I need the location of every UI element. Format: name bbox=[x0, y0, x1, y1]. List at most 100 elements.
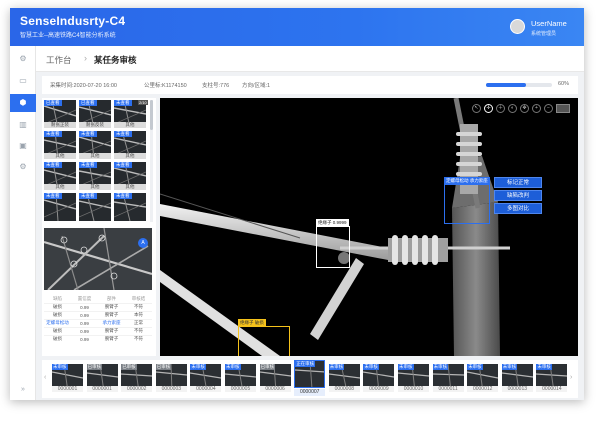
filmstrip-frame[interactable]: 未审核 0000005 bbox=[225, 364, 256, 392]
detection-box-damage[interactable]: 绝缘子 破损 bbox=[238, 319, 290, 356]
filmstrip-thumbnail: 未审核 bbox=[52, 364, 83, 386]
sidebar-collapse-icon[interactable]: » bbox=[10, 386, 36, 393]
sidebar-item-settings[interactable]: ⚙ bbox=[10, 50, 36, 68]
sidebar-item-layout[interactable]: ▥ bbox=[10, 116, 36, 134]
filmstrip-frame[interactable]: 已审核 0000001 bbox=[86, 364, 118, 392]
thumbnail-item[interactable]: 已查看 耐张反装 bbox=[79, 100, 111, 128]
breadcrumb-home[interactable]: 工作台 bbox=[46, 54, 72, 66]
action-menu: 标记正常 缺陷改判 多图对比 bbox=[494, 177, 544, 216]
cell-part: 腕臂子 bbox=[98, 326, 125, 335]
thumbnail-item[interactable]: 未查看 其他 bbox=[79, 131, 111, 159]
cell-result: 不符 bbox=[125, 334, 152, 343]
cell-result: 不符 bbox=[125, 302, 152, 311]
filmstrip-caption: 0000006 bbox=[259, 386, 291, 392]
thumbnail-item[interactable]: 未查看 其他 bbox=[79, 162, 111, 190]
filmstrip-frame[interactable]: 未审核 0000012 bbox=[467, 364, 499, 392]
user-name[interactable]: UserName bbox=[531, 19, 567, 28]
filmstrip-frame[interactable]: 正在审核 0000007 bbox=[294, 360, 326, 396]
thumbnail-item[interactable]: 未查看 bbox=[114, 193, 146, 221]
thumbnail-item[interactable]: 未查看 bbox=[79, 193, 111, 221]
cell-defect: 破损 bbox=[44, 326, 71, 335]
zoom-in-icon[interactable]: + bbox=[532, 104, 541, 113]
filmstrip-frame[interactable]: 未审核 0000008 bbox=[328, 364, 360, 392]
thumbnail-item[interactable]: 未查看 其他 bbox=[114, 131, 146, 159]
filmstrip-frame[interactable]: 未审核 0000013 bbox=[501, 364, 533, 392]
filmstrip-frame[interactable]: 未审核 0000004 bbox=[190, 364, 222, 392]
compare-images-button[interactable]: 多图对比 bbox=[494, 203, 542, 214]
breadcrumb-separator-icon: › bbox=[84, 53, 87, 63]
filmstrip-frame[interactable]: 未审核 0000001 bbox=[52, 364, 83, 392]
table-row[interactable]: 破损 0.99 腕臂子 不符 bbox=[44, 326, 152, 335]
sidebar-item-gear[interactable]: ⚙ bbox=[10, 158, 36, 176]
detection-box-insulator[interactable]: 绝缘子 0.9999 bbox=[316, 219, 350, 268]
sidebar-item-image[interactable]: ▣ bbox=[10, 137, 36, 155]
select-tool-icon[interactable]: ↖ bbox=[472, 104, 481, 113]
image-viewer[interactable]: ↖ ✛ ＋ ◐ ✥ + − 绝缘子 0.9999 定螺母松动 承力索座 绝缘子 … bbox=[160, 98, 578, 356]
thumbnail-status-badge: 未查看 bbox=[114, 131, 132, 137]
filmstrip-frame[interactable]: 已审核 0000006 bbox=[259, 364, 291, 392]
thumbnail-item[interactable]: 已查看 耐张正装 bbox=[44, 100, 76, 128]
filmstrip-caption: 0000008 bbox=[328, 386, 360, 392]
cell-part: 腕臂子 bbox=[98, 310, 125, 319]
table-row[interactable]: 破损 0.99 腕臂子 本符 bbox=[44, 310, 152, 319]
fullscreen-toggle-icon[interactable] bbox=[556, 104, 570, 113]
thumbnail-item[interactable]: 未查看 bbox=[44, 193, 76, 221]
thumbnail-caption: 其他 bbox=[44, 153, 76, 159]
zoom-out-icon[interactable]: − bbox=[544, 104, 553, 113]
overview-preview[interactable]: A bbox=[44, 228, 152, 290]
column-header-confidence: 置信度 bbox=[77, 296, 92, 302]
filmstrip-status-badge: 已审核 bbox=[155, 364, 172, 370]
filmstrip-frame[interactable]: 已审核 0000002 bbox=[121, 364, 153, 392]
review-icon: ⬢ bbox=[19, 98, 27, 107]
thumbnail-item[interactable]: 未查看 其他 bbox=[44, 162, 76, 190]
filmstrip-caption: 0000002 bbox=[121, 386, 153, 392]
thumbnail-item[interactable]: 未查看 其他 bbox=[44, 131, 76, 159]
filmstrip-frame[interactable]: 未审核 0000011 bbox=[432, 364, 464, 392]
cell-part: 腕臂子 bbox=[98, 302, 125, 311]
cell-result: 正常 bbox=[125, 318, 152, 327]
move-tool-icon[interactable]: ✥ bbox=[520, 104, 529, 113]
thumbnail-caption: 耐张正装 bbox=[44, 122, 76, 128]
filmstrip-frame[interactable]: 未审核 0000009 bbox=[363, 364, 395, 392]
thumbnail-scrollbar[interactable] bbox=[150, 100, 153, 222]
cell-defect: 破损 bbox=[44, 310, 71, 319]
info-bar: 采集时间:2020-07-20 16:00 公里标:K1174150 支柱号:7… bbox=[42, 76, 578, 94]
thumbnail-status-badge: 未查看 bbox=[114, 193, 132, 199]
thumbnail-item[interactable]: 未查看 其他 bbox=[114, 162, 146, 190]
cell-confidence: 0.99 bbox=[71, 318, 98, 327]
detection-label: 定螺母松动 承力索座 bbox=[444, 177, 490, 184]
image-icon: ▣ bbox=[19, 141, 27, 150]
filmstrip-status-badge: 已审核 bbox=[259, 364, 276, 370]
filmstrip-thumbnail: 未审核 bbox=[501, 364, 533, 386]
preview-location-marker[interactable]: A bbox=[138, 238, 148, 248]
change-defect-button[interactable]: 缺陷改判 bbox=[494, 190, 542, 201]
avatar[interactable] bbox=[510, 19, 525, 34]
sidebar-item-monitor[interactable]: ▭ bbox=[10, 72, 36, 90]
table-row[interactable]: 破损 0.99 腕臂子 不符 bbox=[44, 302, 152, 311]
thumbnail-status-badge: 未查看 bbox=[79, 193, 97, 199]
add-tool-icon[interactable]: ＋ bbox=[496, 104, 505, 113]
thumbnail-scrollbar-thumb[interactable] bbox=[150, 100, 153, 130]
mark-normal-button[interactable]: 标记正常 bbox=[494, 177, 542, 188]
progress-text: 60% bbox=[558, 81, 570, 87]
filmstrip-frame[interactable]: 已审核 0000003 bbox=[155, 364, 187, 392]
filmstrip-caption: 0000010 bbox=[398, 386, 429, 392]
filmstrip-prev-icon[interactable]: ‹ bbox=[44, 374, 46, 381]
filmstrip-caption: 0000003 bbox=[155, 386, 187, 392]
table-row[interactable]: 破损 0.99 腕臂子 不符 bbox=[44, 334, 152, 343]
filmstrip-status-badge: 未审核 bbox=[52, 364, 68, 370]
table-row[interactable]: 定螺母松动 0.99 承力索座 正常 bbox=[44, 318, 152, 327]
filmstrip-frame[interactable]: 未审核 0000014 bbox=[536, 364, 568, 392]
capture-time: 采集时间:2020-07-20 16:00 bbox=[50, 83, 117, 89]
contrast-tool-icon[interactable]: ◐ bbox=[508, 104, 517, 113]
app-title: SenseIndusrty-C4 bbox=[20, 14, 126, 28]
sidebar-item-review[interactable]: ⬢ bbox=[10, 94, 36, 112]
detection-box-bracket[interactable]: 定螺母松动 承力索座 bbox=[444, 177, 490, 224]
filmstrip-thumbnail: 未审核 bbox=[190, 364, 222, 386]
user-role: 系统管理员 bbox=[531, 31, 557, 37]
crosshair-tool-icon[interactable]: ✛ bbox=[484, 104, 493, 113]
filmstrip-frame[interactable]: 未审核 0000010 bbox=[398, 364, 429, 392]
filmstrip-thumbnail: 已审核 bbox=[86, 364, 118, 386]
filmstrip-next-icon[interactable]: › bbox=[570, 374, 572, 381]
cell-confidence: 0.99 bbox=[71, 326, 98, 335]
